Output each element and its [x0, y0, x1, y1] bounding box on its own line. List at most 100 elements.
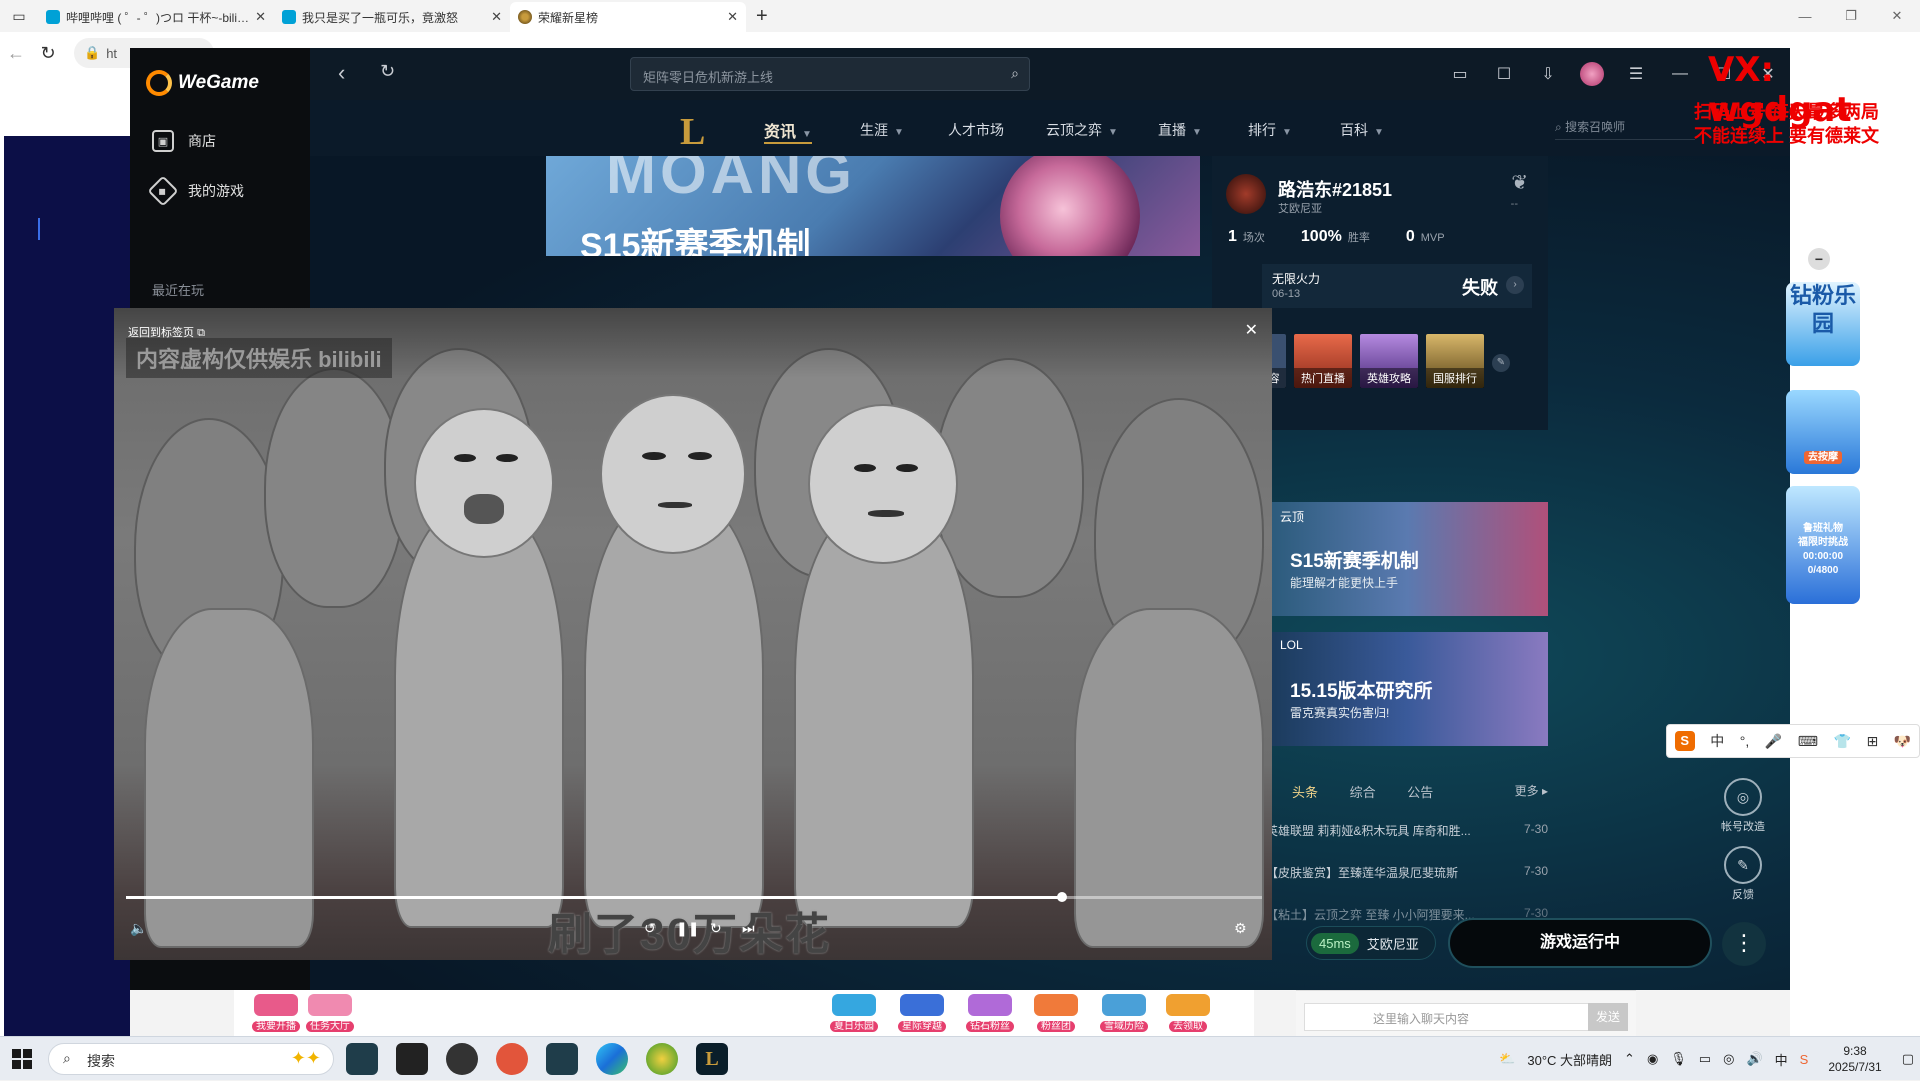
tab-headlines[interactable]: 头条 — [1292, 785, 1318, 800]
input-language[interactable]: 中 — [1775, 1050, 1788, 1069]
tab-news[interactable]: 资讯 ▼ — [764, 118, 812, 144]
promo-summer-park[interactable]: 钻粉乐园 — [1786, 282, 1860, 366]
browser-tab[interactable]: 我只是买了一瓶可乐，竟激怒 ✕ — [274, 2, 510, 32]
network-icon[interactable]: ◎ — [1723, 1051, 1734, 1067]
taskbar-app-5-icon[interactable] — [546, 1043, 578, 1075]
folder-icon[interactable]: ▭ — [1438, 64, 1482, 84]
skin-icon[interactable]: 👕 — [1833, 733, 1850, 750]
more-options-icon[interactable]: ⋮ — [1722, 922, 1766, 966]
tab-career[interactable]: 生涯 ▼ — [860, 120, 904, 140]
summoner-search-input[interactable]: ⌕ 搜索召唤师 — [1555, 118, 1695, 140]
download-icon[interactable]: ⇩ — [1526, 64, 1570, 84]
promo-massage[interactable]: 去按摩 — [1786, 390, 1860, 474]
server-status[interactable]: 45ms 艾欧尼亚 — [1306, 926, 1436, 960]
collapse-icon[interactable]: − — [1808, 248, 1830, 270]
video-progress-knob[interactable] — [1057, 892, 1068, 902]
close-tab-icon[interactable]: ✕ — [491, 9, 502, 25]
tab-announcements[interactable]: 公告 — [1407, 785, 1433, 800]
refresh-icon[interactable]: ↻ — [380, 61, 395, 82]
lol-logo-icon[interactable]: L — [680, 110, 714, 153]
settings-icon[interactable]: ⚙ — [1234, 920, 1247, 937]
news-banner[interactable]: MOANG S15新赛季机制 — [546, 156, 1200, 256]
keyboard-icon[interactable]: ⌨ — [1798, 733, 1818, 750]
volume-icon[interactable]: 🔈 — [130, 920, 147, 937]
mascot-icon[interactable]: 🐶 — [1894, 733, 1911, 750]
game-running-button[interactable]: 游戏运行中 — [1448, 918, 1712, 968]
recent-match[interactable]: 无限火力 06-13 失败 › — [1262, 264, 1532, 308]
send-button[interactable]: 发送 — [1588, 1003, 1628, 1031]
live-feature-chip[interactable]: 我要开播 — [252, 994, 300, 1032]
toolbox-icon[interactable]: ⊞ — [1866, 733, 1878, 750]
tab-live[interactable]: 直播 ▼ — [1158, 120, 1202, 140]
tab-ranking[interactable]: 排行 ▼ — [1248, 120, 1292, 140]
summoner-avatar[interactable] — [1226, 174, 1266, 214]
user-avatar[interactable] — [1580, 62, 1604, 86]
pause-icon[interactable]: ❚❚ — [676, 920, 699, 937]
sogou-icon[interactable]: S — [1674, 731, 1695, 751]
search-icon[interactable]: ⌕ — [1011, 65, 1019, 82]
news-item[interactable]: 英雄联盟 莉莉娅&积木玩具 库奇和胜... 7-30 — [1266, 822, 1548, 839]
news-more-link[interactable]: 更多 ▸ — [1515, 782, 1548, 799]
tab-talent-market[interactable]: 人才市场 — [948, 120, 1004, 140]
tray-app-icon[interactable]: ◉ — [1647, 1051, 1658, 1067]
tft-promo-card[interactable]: 云顶 S15新赛季机制 能理解才能更快上手 — [1266, 502, 1548, 616]
obs-taskbar-icon[interactable] — [446, 1043, 478, 1075]
live-feature-chip[interactable]: 夏日乐园 — [830, 994, 878, 1032]
mic-icon[interactable]: 🎙 — [1670, 1051, 1687, 1067]
video-player[interactable]: 返回到标签页 ⧉ 内容虚构仅供娱乐 bilibili ✕ 刷了30万朵花 🔈 ↺… — [114, 308, 1272, 960]
chevron-right-icon[interactable]: › — [1506, 276, 1524, 294]
ime-lang-toggle[interactable]: 中 — [1710, 731, 1724, 751]
tile-server-ranking[interactable]: 国服排行 — [1426, 334, 1484, 388]
feedback-button[interactable]: ✎ 反馈 — [1720, 846, 1766, 902]
wegame-taskbar-icon[interactable] — [396, 1043, 428, 1075]
next-icon[interactable]: ⏭ — [742, 920, 755, 937]
close-tab-icon[interactable]: ✕ — [255, 9, 266, 25]
live-feature-chip[interactable]: 雪域历险 — [1100, 994, 1148, 1032]
promo-challenge[interactable]: 鲁班礼物 福限时挑战 00:00:00 0/4800 — [1786, 486, 1860, 604]
chevron-up-icon[interactable]: ⌃ — [1624, 1051, 1635, 1067]
lol-promo-card[interactable]: LOL 15.15版本研究所 雷克赛真实伤害归! — [1266, 632, 1548, 746]
video-progress-bar[interactable] — [126, 892, 1262, 902]
sidebar-item-store[interactable]: ▣ 商店 — [152, 130, 216, 152]
menu-icon[interactable]: ☰ — [1614, 64, 1658, 84]
weather-text[interactable]: 30°C 大部晴朗 — [1527, 1050, 1612, 1069]
tab-wiki[interactable]: 百科 ▼ — [1340, 120, 1384, 140]
taskbar-search[interactable]: ⌕ 搜索 ✦✦ — [48, 1043, 334, 1075]
microphone-icon[interactable]: 🎤 — [1765, 733, 1782, 750]
tile-hot-live[interactable]: 热门直播 — [1294, 334, 1352, 388]
back-arrow-icon[interactable]: ‹ — [338, 60, 345, 86]
taskbar-app-4-icon[interactable] — [496, 1043, 528, 1075]
sidebar-item-my-games[interactable]: ◆ 我的游戏 — [147, 175, 244, 207]
forward-icon[interactable]: ↻ — [710, 920, 722, 937]
back-arrow-icon[interactable]: ← — [0, 43, 32, 64]
tab-general[interactable]: 综合 — [1350, 785, 1376, 800]
wegame-search-input[interactable]: 矩阵零日危机新游上线 ⌕ — [630, 57, 1030, 91]
live-feature-chip[interactable]: 星际穿越 — [898, 994, 946, 1032]
notification-icon[interactable]: ▢ — [1902, 1051, 1914, 1067]
reload-icon[interactable]: ↻ — [32, 43, 64, 64]
taskbar-app-1-icon[interactable] — [346, 1043, 378, 1075]
browser-tab[interactable]: 哔哩哔哩 ( ゜- ゜)つロ 干杯~-bilibili ✕ — [38, 2, 274, 32]
windows-start-icon[interactable] — [12, 1049, 32, 1069]
ime-punctuation-toggle[interactable]: °, — [1740, 733, 1750, 749]
speaker-icon[interactable]: 🔊 — [1746, 1051, 1762, 1067]
chat-input[interactable]: 这里输入聊天内容 — [1304, 1003, 1594, 1031]
message-icon[interactable]: ☐ — [1482, 64, 1526, 84]
rewind-icon[interactable]: ↺ — [644, 920, 656, 937]
minimize-icon[interactable]: — — [1658, 65, 1702, 83]
tab-actions-icon[interactable]: ▭ — [0, 0, 38, 32]
wegame-logo[interactable]: WeGame — [146, 70, 259, 96]
edit-icon[interactable]: ✎ — [1492, 354, 1510, 372]
live-feature-chip[interactable]: 去领取 — [1166, 994, 1210, 1032]
browser-tab-active[interactable]: 荣耀新星榜 ✕ — [510, 2, 746, 32]
restore-icon[interactable]: ❐ — [1828, 8, 1874, 24]
news-item[interactable]: 【皮肤鉴赏】至臻莲华温泉厄斐琉斯 7-30 — [1266, 864, 1548, 881]
live-feature-chip[interactable]: 任务大厅 — [306, 994, 354, 1032]
live-feature-chip[interactable]: 粉丝团 — [1034, 994, 1078, 1032]
lol-taskbar-icon[interactable]: L — [696, 1043, 728, 1075]
clock[interactable]: 9:38 2025/7/31 — [1828, 1043, 1881, 1075]
edge-taskbar-icon[interactable] — [596, 1043, 628, 1075]
account-transform-button[interactable]: ◎ 帐号改造 — [1720, 778, 1766, 834]
close-video-icon[interactable]: ✕ — [1245, 320, 1258, 340]
tab-tft[interactable]: 云顶之弈 ▼ — [1046, 120, 1118, 140]
